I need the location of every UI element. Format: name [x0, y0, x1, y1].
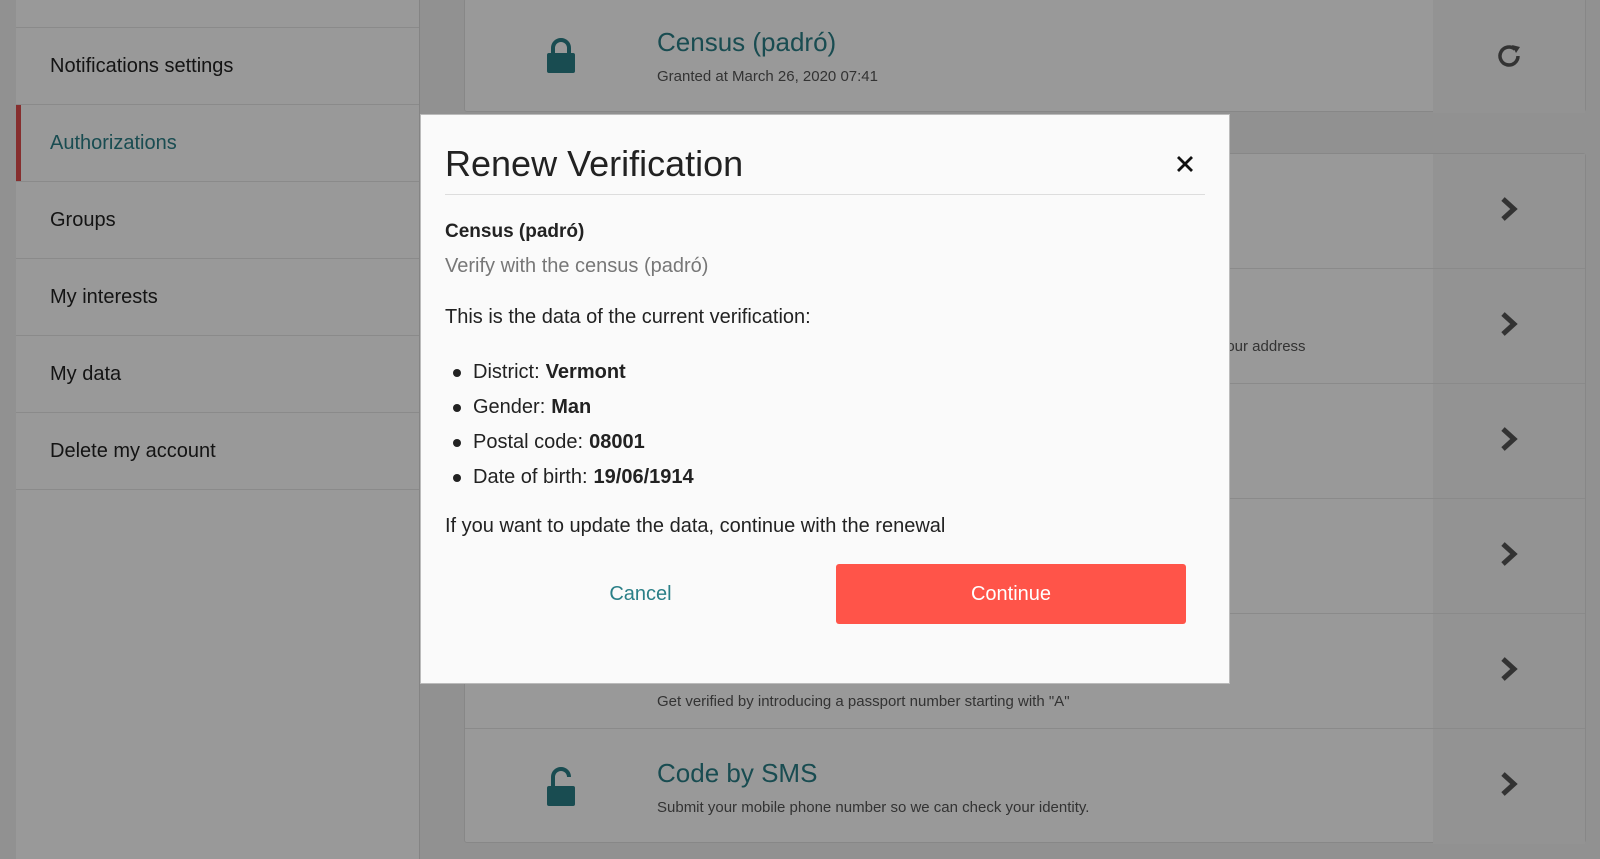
list-item: Postal code: 08001	[445, 425, 1205, 460]
data-label: District:	[473, 361, 540, 383]
list-item: Gender: Man	[445, 390, 1205, 425]
list-item: Date of birth: 19/06/1914	[445, 460, 1205, 495]
modal-title: Renew Verification	[445, 142, 744, 184]
data-value: Man	[551, 396, 592, 418]
continue-button[interactable]: Continue	[836, 564, 1186, 624]
data-label: Postal code:	[473, 431, 584, 453]
authorization-name: Census (padró)	[445, 221, 585, 242]
data-label: Gender:	[473, 396, 546, 418]
verification-data-list: District: Vermont Gender: Man Postal code:…	[445, 355, 1205, 495]
cancel-button[interactable]: Cancel	[445, 564, 836, 624]
data-value: Vermont	[545, 361, 626, 383]
data-value: 19/06/1914	[593, 466, 694, 488]
close-button[interactable]	[1165, 144, 1205, 184]
data-label: Date of birth:	[473, 466, 588, 488]
verification-outro: If you want to update the data, continue…	[445, 515, 946, 537]
modal-header: Renew Verification	[445, 133, 1205, 195]
verification-intro: This is the data of the current verifica…	[445, 306, 811, 328]
close-icon	[1177, 155, 1193, 172]
modal-body: Census (padró) Verify with the census (p…	[445, 195, 1205, 624]
data-value: 08001	[589, 431, 645, 453]
list-item: District: Vermont	[445, 355, 1205, 390]
modal-footer: Cancel Continue	[445, 564, 1205, 624]
renew-verification-modal: Renew Verification Census (padró) Verify…	[420, 114, 1230, 684]
authorization-description: Verify with the census (padró)	[445, 255, 709, 277]
